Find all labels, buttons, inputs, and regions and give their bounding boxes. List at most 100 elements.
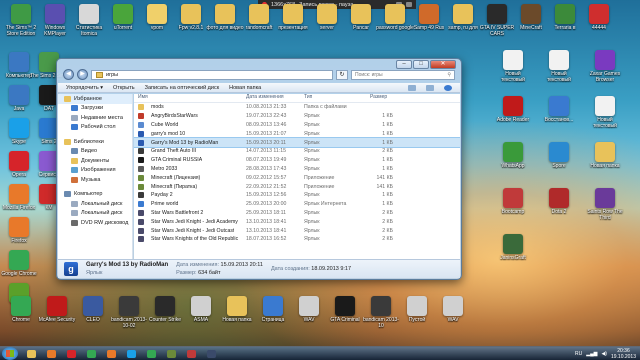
volume-icon[interactable]: ◀): [601, 351, 607, 357]
desktop-shortcut[interactable]: Fpw v2.8.1: [172, 4, 210, 31]
desktop-shortcut[interactable]: Windows KMPlayer: [36, 4, 74, 37]
close-button[interactable]: ✕: [430, 60, 456, 69]
column-type[interactable]: Тип: [300, 94, 366, 102]
taskbar-app-chrome-2[interactable]: [142, 348, 160, 360]
back-icon[interactable]: ◀: [63, 69, 74, 80]
desktop-shortcut[interactable]: vpom: [138, 4, 176, 31]
desktop-shortcut[interactable]: WhatsApp: [494, 142, 532, 169]
desktop-shortcut[interactable]: MineCraft: [512, 4, 550, 31]
desktop-shortcut[interactable]: Dota 2: [540, 188, 578, 215]
file-row[interactable]: Cube World 08.09.2013 13:46 Ярлык 1 КБ: [134, 121, 460, 130]
desktop-shortcut[interactable]: ASMA: [182, 296, 220, 323]
open-button[interactable]: Открыть: [113, 85, 135, 91]
file-row[interactable]: Payday 2 15.09.2013 12:56 Ярлык 1 КБ: [134, 191, 460, 200]
column-name[interactable]: Имя: [134, 94, 242, 102]
explorer-window[interactable]: – □ ✕ ◀ ▶ игры ↻ Поиск: игры ⚲ Упорядочи…: [56, 58, 462, 280]
file-row[interactable]: Star Wars Battlefront 2 25.09.2013 18:11 Я…: [134, 209, 460, 218]
desktop-shortcut[interactable]: Восстанов...: [540, 96, 578, 123]
nav-item[interactable]: DVD RW дисковод: [58, 218, 132, 228]
address-bar[interactable]: игры: [91, 69, 333, 80]
file-row[interactable]: Grand Theft Auto III 14.07.2013 11:15 Ярлы…: [134, 147, 460, 156]
desktop-shortcut[interactable]: bandicam 2013-10-02: [110, 296, 148, 329]
organize-button[interactable]: Упорядочить ▾: [66, 85, 103, 91]
taskbar-app-skype[interactable]: [122, 348, 140, 360]
desktop-shortcut[interactable]: Пустой: [398, 296, 436, 323]
desktop-shortcut[interactable]: WAV: [290, 296, 328, 323]
desktop-shortcut[interactable]: Saints Row The Third: [586, 188, 624, 221]
burn-disc-button[interactable]: Записать на оптический диск: [145, 85, 219, 91]
file-row[interactable]: mods 10.08.2013 21:33 Папка с файлами: [134, 103, 460, 112]
language-indicator[interactable]: RU: [575, 351, 582, 357]
refresh-icon[interactable]: ↻: [336, 69, 348, 80]
desktop-shortcut[interactable]: Новый текстовый: [586, 96, 624, 129]
nav-item[interactable]: Недавние места: [58, 113, 132, 123]
nav-item[interactable]: Изображения: [58, 166, 132, 176]
forward-icon[interactable]: ▶: [77, 69, 88, 80]
preview-pane-icon[interactable]: [426, 84, 434, 91]
desktop-shortcut[interactable]: Google Chrome: [0, 250, 38, 277]
desktop-shortcut[interactable]: 44444: [580, 4, 618, 31]
file-row[interactable]: Star Wars Jedi Knight - Jedi Outcast 13.1…: [134, 226, 460, 235]
nav-item[interactable]: Библиотеки: [58, 137, 132, 147]
file-row[interactable]: Minecraft (Пиратка) 22.09.2012 21:52 Прило…: [134, 182, 460, 191]
start-button[interactable]: [2, 347, 18, 360]
file-row[interactable]: AngryBirdsStarWars 19.07.2013 22:43 Ярлык 1…: [134, 112, 460, 121]
desktop-shortcut[interactable]: CLEO: [74, 296, 112, 323]
desktop-shortcut[interactable]: Страница: [254, 296, 292, 323]
minimize-button[interactable]: –: [396, 60, 412, 69]
file-row[interactable]: Prime world 25.09.2013 20:00 Ярлык Интерне…: [134, 200, 460, 209]
desktop-shortcut[interactable]: Статистика Itomica: [70, 4, 108, 37]
nav-item[interactable]: Загрузки: [58, 104, 132, 114]
desktop-shortcut[interactable]: bandicam 2013-10: [362, 296, 400, 329]
desktop-shortcut[interactable]: Spore: [540, 142, 578, 169]
file-row[interactable]: Star Wars Knights of the Old Republic 18.…: [134, 235, 460, 244]
taskbar-app-explorer[interactable]: [22, 348, 40, 360]
column-size[interactable]: Размер: [366, 94, 396, 102]
network-icon[interactable]: ▂▄▆: [586, 351, 597, 357]
desktop-shortcut[interactable]: Новая папка: [218, 296, 256, 323]
taskbar-app-minecraft[interactable]: [162, 348, 180, 360]
maximize-button[interactable]: □: [413, 60, 429, 69]
nav-item[interactable]: Локальный диск: [58, 209, 132, 219]
desktop-shortcut[interactable]: презентация: [274, 4, 312, 31]
nav-item[interactable]: Компьютер: [58, 190, 132, 200]
help-icon[interactable]: [444, 84, 452, 91]
file-row[interactable]: Minecraft (Лицензия) 09.02.2012 15:57 Прил…: [134, 173, 460, 182]
desktop-shortcut[interactable]: Новая папка: [586, 142, 624, 169]
desktop-shortcut[interactable]: Counter Strike: [146, 296, 184, 323]
new-folder-button[interactable]: Новая папка: [229, 85, 261, 91]
desktop-shortcut[interactable]: фото для видео: [206, 4, 244, 31]
desktop-shortcut[interactable]: Firefox: [0, 217, 38, 244]
desktop-shortcut[interactable]: GTA Criminal: [326, 296, 364, 323]
desktop-shortcut[interactable]: Bootcamp: [494, 188, 532, 215]
desktop-shortcut[interactable]: Pancar: [342, 4, 380, 31]
nav-item[interactable]: Документы: [58, 156, 132, 166]
desktop-shortcut[interactable]: randomcraft: [240, 4, 278, 31]
desktop-shortcut[interactable]: server: [308, 4, 346, 31]
desktop-shortcut[interactable]: GTA IV SUPER CARS: [478, 4, 516, 37]
desktop-shortcut[interactable]: Terraria в: [546, 4, 584, 31]
file-row[interactable]: garry's mod 10 15.09.2013 21:07 Ярлык 1 КБ: [134, 129, 460, 138]
file-row[interactable]: Star Wars Jedi Knight - Jedi Academy 13.1…: [134, 217, 460, 226]
desktop-shortcut[interactable]: The Sims™ 2 Store Edition: [2, 4, 40, 37]
desktop-shortcut[interactable]: McAfee Security: [38, 296, 76, 323]
file-row[interactable]: GTA Criminal RUSSIA 08.07.2013 19:49 Ярлык…: [134, 156, 460, 165]
nav-item[interactable]: Избранное: [58, 94, 132, 104]
search-input[interactable]: Поиск: игры ⚲: [351, 69, 455, 80]
file-row[interactable]: Garry's Mod 13 by RadioMan 15.09.2013 20:…: [134, 137, 460, 148]
taskbar-app-recorder[interactable]: [182, 348, 200, 360]
clock[interactable]: 20:36 19.10.2013: [611, 348, 636, 360]
desktop-shortcut[interactable]: JaninsGraft: [494, 234, 532, 261]
desktop-shortcut[interactable]: Chrome: [2, 296, 40, 323]
taskbar-app-firefox[interactable]: [102, 348, 120, 360]
nav-item[interactable]: Локальный диск: [58, 199, 132, 209]
desktop-shortcut[interactable]: Новый текстовый: [494, 50, 532, 83]
nav-item[interactable]: Рабочий стол: [58, 123, 132, 133]
desktop-shortcut[interactable]: password google: [376, 4, 414, 31]
taskbar-app-steam[interactable]: [202, 348, 220, 360]
desktop-shortcut[interactable]: samp, ru для: [444, 4, 482, 31]
view-options-icon[interactable]: [408, 84, 416, 91]
taskbar-app-chrome[interactable]: [82, 348, 100, 360]
taskbar-app-media-player[interactable]: [42, 348, 60, 360]
desktop-shortcut[interactable]: Новый текстовый: [540, 50, 578, 83]
